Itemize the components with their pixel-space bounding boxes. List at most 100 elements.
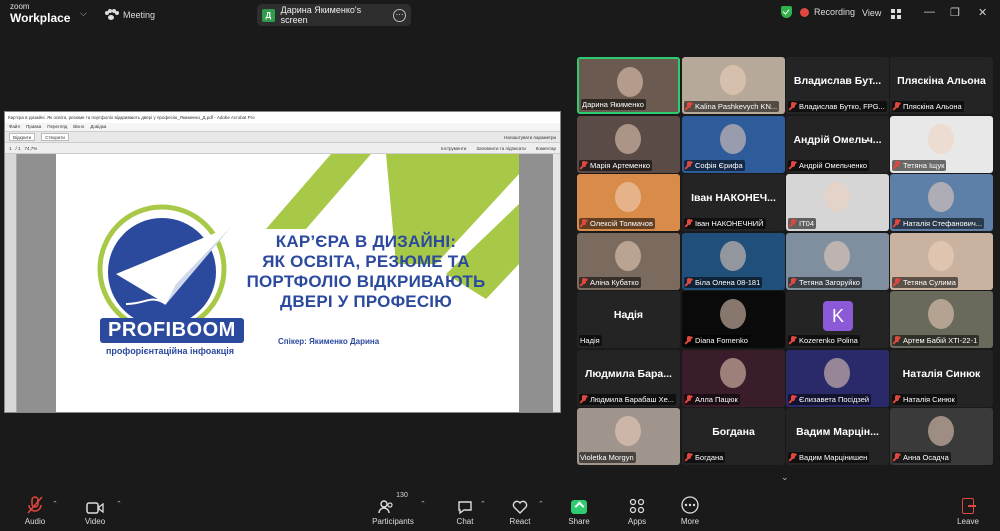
- participant-tile[interactable]: Марія Артеменко: [577, 116, 680, 173]
- participant-tile[interactable]: IT04: [786, 174, 889, 231]
- close-icon[interactable]: ✕: [978, 6, 987, 19]
- audio-options-icon[interactable]: ⌃: [52, 500, 58, 508]
- participant-tile[interactable]: Наталія Стефанович...: [890, 174, 993, 231]
- participant-name-large: Вадим Марцін...: [796, 426, 879, 438]
- recording-status[interactable]: Recording: [781, 6, 855, 18]
- customize-settings[interactable]: Налаштувати параметри: [504, 135, 556, 140]
- participant-tile[interactable]: Вадим Марцін... Вадим Марцінишен: [786, 408, 889, 465]
- meeting-label: Meeting: [123, 10, 156, 20]
- participant-tile[interactable]: Тетяна Сулима: [890, 233, 993, 290]
- participants-button[interactable]: 130 Participants: [370, 492, 416, 526]
- tab-tools[interactable]: Інструменти: [441, 146, 466, 151]
- participant-label: IT04: [788, 218, 817, 229]
- participant-face: [720, 65, 746, 95]
- meeting-info-button[interactable]: Meeting: [105, 7, 155, 23]
- menu-window[interactable]: Вікно: [73, 124, 84, 130]
- react-button[interactable]: React: [506, 492, 534, 526]
- participant-name: Наталія Стефанович...: [903, 219, 983, 228]
- view-grid-icon[interactable]: [891, 9, 901, 19]
- tab-fill-sign[interactable]: Заповнити та підписати: [476, 146, 525, 151]
- apps-label: Apps: [627, 517, 647, 526]
- create-button[interactable]: Створити: [41, 133, 69, 141]
- participant-tile[interactable]: Дарина Якименко: [577, 57, 680, 114]
- chat-options-icon[interactable]: ⌃: [480, 500, 486, 508]
- participant-name: Тетяна Сулима: [903, 278, 956, 287]
- more-icon: [676, 492, 704, 514]
- participant-tile[interactable]: Анна Осадча: [890, 408, 993, 465]
- page-number-field[interactable]: 1: [9, 146, 12, 151]
- participant-tile[interactable]: Єлизавета Посідзей: [786, 350, 889, 407]
- apps-icon: [624, 492, 650, 514]
- shared-screen[interactable]: Кар’єра в дизайні. Як освіта, резюме та …: [4, 111, 561, 413]
- participant-tile[interactable]: Артем Бабій ХТІ-22-1: [890, 291, 993, 348]
- participant-tile[interactable]: Іван НАКОНЕЧ... Іван НАКОНЕЧНИЙ: [682, 174, 785, 231]
- participant-name: Дарина Якименко: [582, 100, 644, 109]
- chat-label: Chat: [456, 517, 474, 526]
- participant-tile[interactable]: Андрій Омельч... Андрій Омельченко: [786, 116, 889, 173]
- tab-comment[interactable]: Коментар: [536, 146, 556, 151]
- participant-name: Наталія Синюк: [903, 395, 955, 404]
- participant-name-large: Пляскіна Альона: [897, 75, 986, 87]
- mic-muted-icon: [892, 102, 901, 111]
- participant-tile[interactable]: Kalina Pashkevych KN...: [682, 57, 785, 114]
- participant-label: Софія Єрифа: [684, 160, 745, 171]
- participants-options-icon[interactable]: ⌃: [420, 500, 426, 508]
- more-button[interactable]: More: [676, 492, 704, 526]
- video-button[interactable]: Video: [80, 492, 110, 526]
- react-options-icon[interactable]: ⌃: [538, 500, 544, 508]
- mic-muted-icon: [684, 278, 693, 287]
- view-button[interactable]: View: [862, 8, 881, 18]
- participant-name: IT04: [799, 219, 815, 228]
- share-button[interactable]: Share: [566, 492, 592, 526]
- brand-line2: Workplace: [10, 11, 71, 25]
- participant-label: Алла Пацюк: [684, 394, 740, 405]
- participant-tile[interactable]: Олексій Толмачов: [577, 174, 680, 231]
- security-shield-icon[interactable]: [781, 6, 792, 18]
- participant-tile[interactable]: Наталія Синюк Наталія Синюк: [890, 350, 993, 407]
- acrobat-document-area: КАР’ЄРА В ДИЗАЙНІ: ЯК ОСВІТА, РЕЗЮМЕ ТА …: [5, 154, 560, 412]
- video-options-icon[interactable]: ⌃: [116, 500, 122, 508]
- apps-button[interactable]: Apps: [624, 492, 650, 526]
- participant-tile[interactable]: Надія Надія: [577, 291, 680, 348]
- open-button[interactable]: Відкрити: [9, 133, 36, 141]
- participant-tile[interactable]: Біла Олена 08-181: [682, 233, 785, 290]
- participant-tile[interactable]: Алла Пацюк: [682, 350, 785, 407]
- participant-face: [617, 67, 643, 97]
- participant-tile[interactable]: Софія Єрифа: [682, 116, 785, 173]
- audio-button[interactable]: Audio: [18, 492, 52, 526]
- more-options-icon[interactable]: ⋯: [393, 8, 406, 22]
- minimize-icon[interactable]: —: [924, 6, 935, 18]
- zoom-level[interactable]: 74,7%: [25, 146, 38, 151]
- participant-tile[interactable]: Людмила Бара... Людмила Барабаш Хе...: [577, 350, 680, 407]
- participant-tile[interactable]: Diana Fomenko: [682, 291, 785, 348]
- participant-tile[interactable]: Тетяна Загоруйко: [786, 233, 889, 290]
- participant-tile[interactable]: K Kozerenko Polina: [786, 291, 889, 348]
- recording-indicator[interactable]: Recording: [800, 7, 855, 17]
- restore-icon[interactable]: ❐: [950, 6, 960, 19]
- participant-tile[interactable]: Пляскіна Альона Пляскіна Альона: [890, 57, 993, 114]
- acrobat-scrollbar[interactable]: [553, 154, 560, 412]
- chat-button[interactable]: Chat: [452, 492, 478, 526]
- participant-name: Kalina Pashkevych KN...: [695, 102, 778, 111]
- participant-face: [928, 124, 954, 154]
- profiboom-logo-text: PROFIBOOM: [100, 318, 244, 343]
- participant-label: Єлизавета Посідзей: [788, 394, 872, 405]
- chevron-down-icon[interactable]: ⌵: [80, 8, 92, 20]
- mic-muted-icon: [788, 336, 797, 345]
- participant-tile[interactable]: Тетяна Іщук: [890, 116, 993, 173]
- menu-view[interactable]: Перегляд: [47, 124, 67, 130]
- acrobat-sidebar: [5, 154, 17, 412]
- participant-tile[interactable]: Богдана Богдана: [682, 408, 785, 465]
- menu-help[interactable]: Довідка: [90, 124, 106, 130]
- participant-name-large: Надія: [613, 309, 644, 321]
- participant-face: [824, 182, 850, 212]
- participant-tile[interactable]: Владислав Бут... Владислав Бутко, FPG...: [786, 57, 889, 114]
- participant-tile[interactable]: Violetka Morgyn: [577, 408, 680, 465]
- gallery-next-page-icon[interactable]: ⌄: [781, 472, 789, 483]
- menu-file[interactable]: Файл: [9, 124, 20, 130]
- leave-button[interactable]: Leave: [954, 492, 982, 526]
- menu-edit[interactable]: Правка: [26, 124, 41, 130]
- video-label: Video: [84, 517, 106, 526]
- shared-screen-pill[interactable]: Д Дарина Якименко's screen ⋯: [257, 4, 411, 26]
- participant-tile[interactable]: Аліна Кубатко: [577, 233, 680, 290]
